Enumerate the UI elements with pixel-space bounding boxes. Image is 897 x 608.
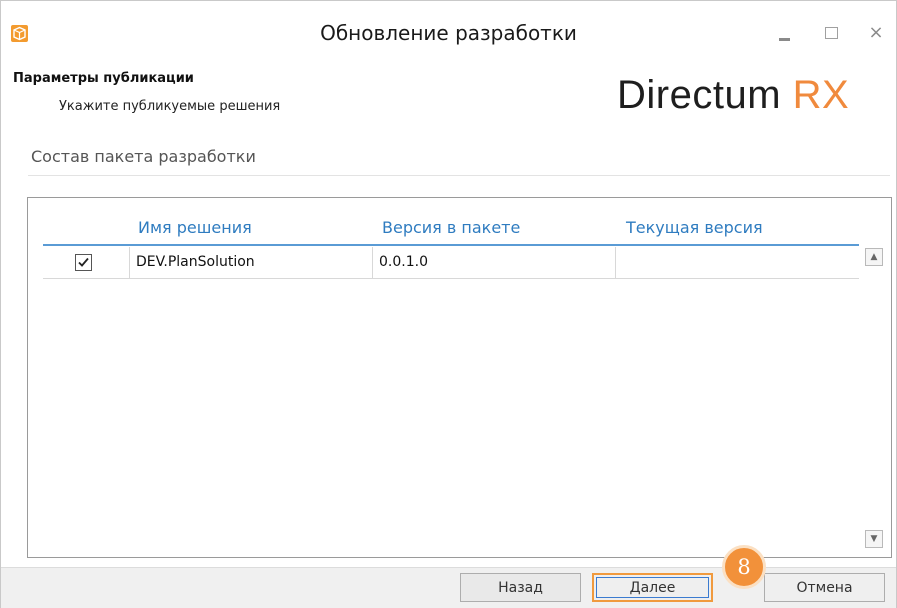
column-header-solution-name[interactable]: Имя решения (138, 218, 252, 237)
chevron-up-icon: ▲ (870, 252, 878, 262)
cell-separator (615, 247, 616, 278)
solutions-table: Имя решения Версия в пакете Текущая верс… (27, 197, 892, 558)
window-title: Обновление разработки (320, 21, 577, 45)
section-divider (28, 175, 890, 176)
column-header-package-version[interactable]: Версия в пакете (382, 218, 520, 237)
close-icon: × (868, 22, 884, 43)
column-header-current-version[interactable]: Текущая версия (626, 218, 763, 237)
checkmark-icon (78, 257, 89, 267)
chevron-down-icon: ▼ (870, 534, 878, 544)
logo-main-text: Directum (617, 73, 793, 117)
maximize-icon (825, 27, 838, 39)
update-dialog-window: Обновление разработки × Параметры публик… (0, 0, 897, 608)
cancel-button[interactable]: Отмена (764, 573, 885, 602)
page-subtitle: Укажите публикуемые решения (59, 99, 281, 114)
step-number-badge: 8 (722, 545, 766, 589)
cell-package-version: 0.0.1.0 (379, 254, 428, 270)
maximize-button[interactable] (813, 18, 849, 48)
cell-solution-name: DEV.PlanSolution (136, 254, 255, 270)
logo-accent-text: RX (792, 73, 850, 117)
header-underline (43, 244, 859, 246)
scroll-up-button[interactable]: ▲ (865, 248, 883, 266)
vertical-scrollbar[interactable]: ▲ ▼ (865, 246, 883, 552)
cell-separator (129, 247, 130, 278)
row-checkbox[interactable] (75, 254, 92, 271)
section-label: Состав пакета разработки (31, 147, 256, 166)
table-row[interactable]: DEV.PlanSolution 0.0.1.0 (43, 247, 859, 279)
page-title: Параметры публикации (13, 71, 194, 86)
back-button[interactable]: Назад (460, 573, 581, 602)
minimize-icon (779, 38, 790, 41)
close-button[interactable]: × (858, 18, 894, 48)
minimize-button[interactable] (766, 18, 802, 48)
next-button[interactable]: Далее (592, 573, 713, 602)
next-button-label: Далее (596, 577, 709, 598)
title-bar: Обновление разработки × (1, 1, 896, 59)
directum-rx-logo: Directum RX (617, 73, 849, 118)
scroll-down-button[interactable]: ▼ (865, 530, 883, 548)
cell-separator (372, 247, 373, 278)
